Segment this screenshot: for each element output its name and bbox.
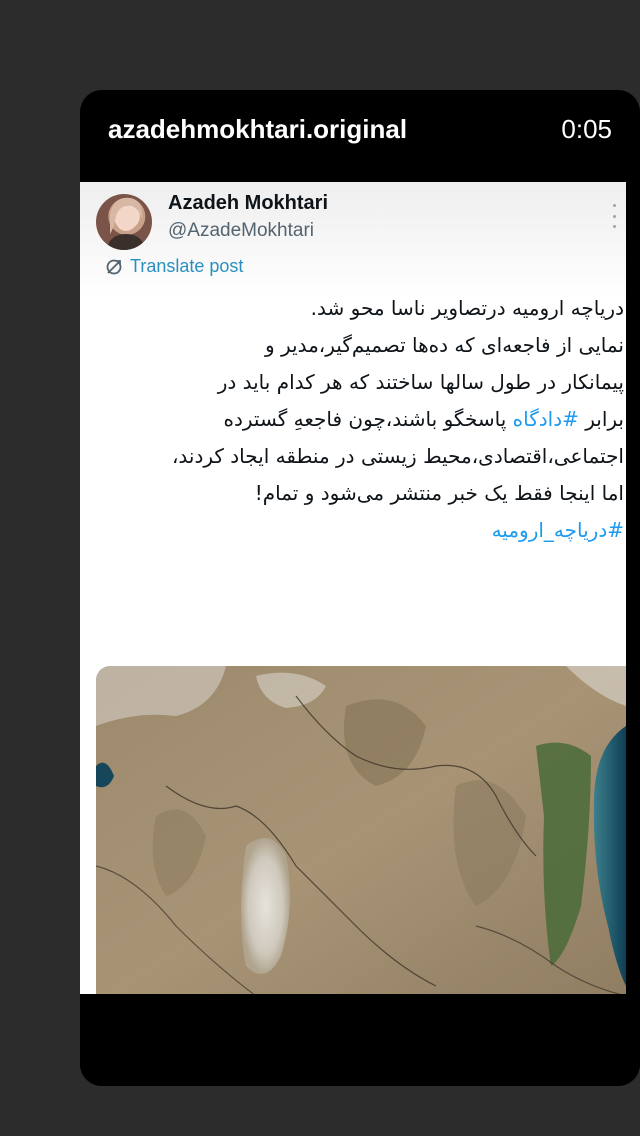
post-text-line: دریاچه ارومیه درتصاویر ناسا محو شد. bbox=[310, 296, 624, 320]
post-text-line: برابر #دادگاه پاسخگو باشند،چون فاجعهِ گس… bbox=[94, 401, 625, 438]
avatar[interactable] bbox=[96, 194, 152, 250]
story-username[interactable]: azadehmokhtari.original bbox=[108, 114, 407, 145]
post-text: دریاچه ارومیه درتصاویر ناسا محو شد. نمای… bbox=[94, 290, 624, 549]
post-text-line: نمایی از فاجعه‌ای که ده‌ها تصمیم‌گیر،مدی… bbox=[264, 333, 624, 357]
post-text-line: اما اینجا فقط یک خبر منتشر می‌شود و تمام… bbox=[254, 481, 624, 505]
hashtag-link[interactable]: #دادگاه bbox=[513, 407, 579, 431]
story-time: 0:05 bbox=[561, 114, 612, 144]
story-container: azadehmokhtari.original 0:05 Azadeh Mokh… bbox=[80, 90, 640, 1086]
post-text-segment: برابر bbox=[578, 407, 624, 431]
translate-post-label: Translate post bbox=[130, 256, 244, 276]
translate-icon bbox=[106, 259, 122, 274]
post-text-line: اجتماعی،اقتصادی،محیط زیستی در منطقه ایجا… bbox=[171, 444, 624, 468]
post-card[interactable]: Azadeh Mokhtari @AzadeMokhtari Translate… bbox=[80, 182, 626, 994]
more-vertical-icon[interactable] bbox=[610, 204, 618, 228]
hashtag-link[interactable]: #دریاچه_ارومیه bbox=[94, 512, 624, 549]
post-text-line: پیمانکار در طول سالها ساختند که هر کدام … bbox=[217, 370, 624, 394]
user-handle[interactable]: @AzadeMokhtari bbox=[168, 220, 314, 242]
display-name[interactable]: Azadeh Mokhtari bbox=[168, 192, 328, 215]
translate-post-link[interactable]: Translate post bbox=[104, 256, 243, 277]
post-text-segment: پاسخگو باشند،چون فاجعهِ گسترده bbox=[223, 407, 513, 431]
satellite-image[interactable] bbox=[96, 666, 626, 994]
story-footer bbox=[80, 994, 640, 1086]
story-header: azadehmokhtari.original 0:05 bbox=[80, 90, 640, 180]
